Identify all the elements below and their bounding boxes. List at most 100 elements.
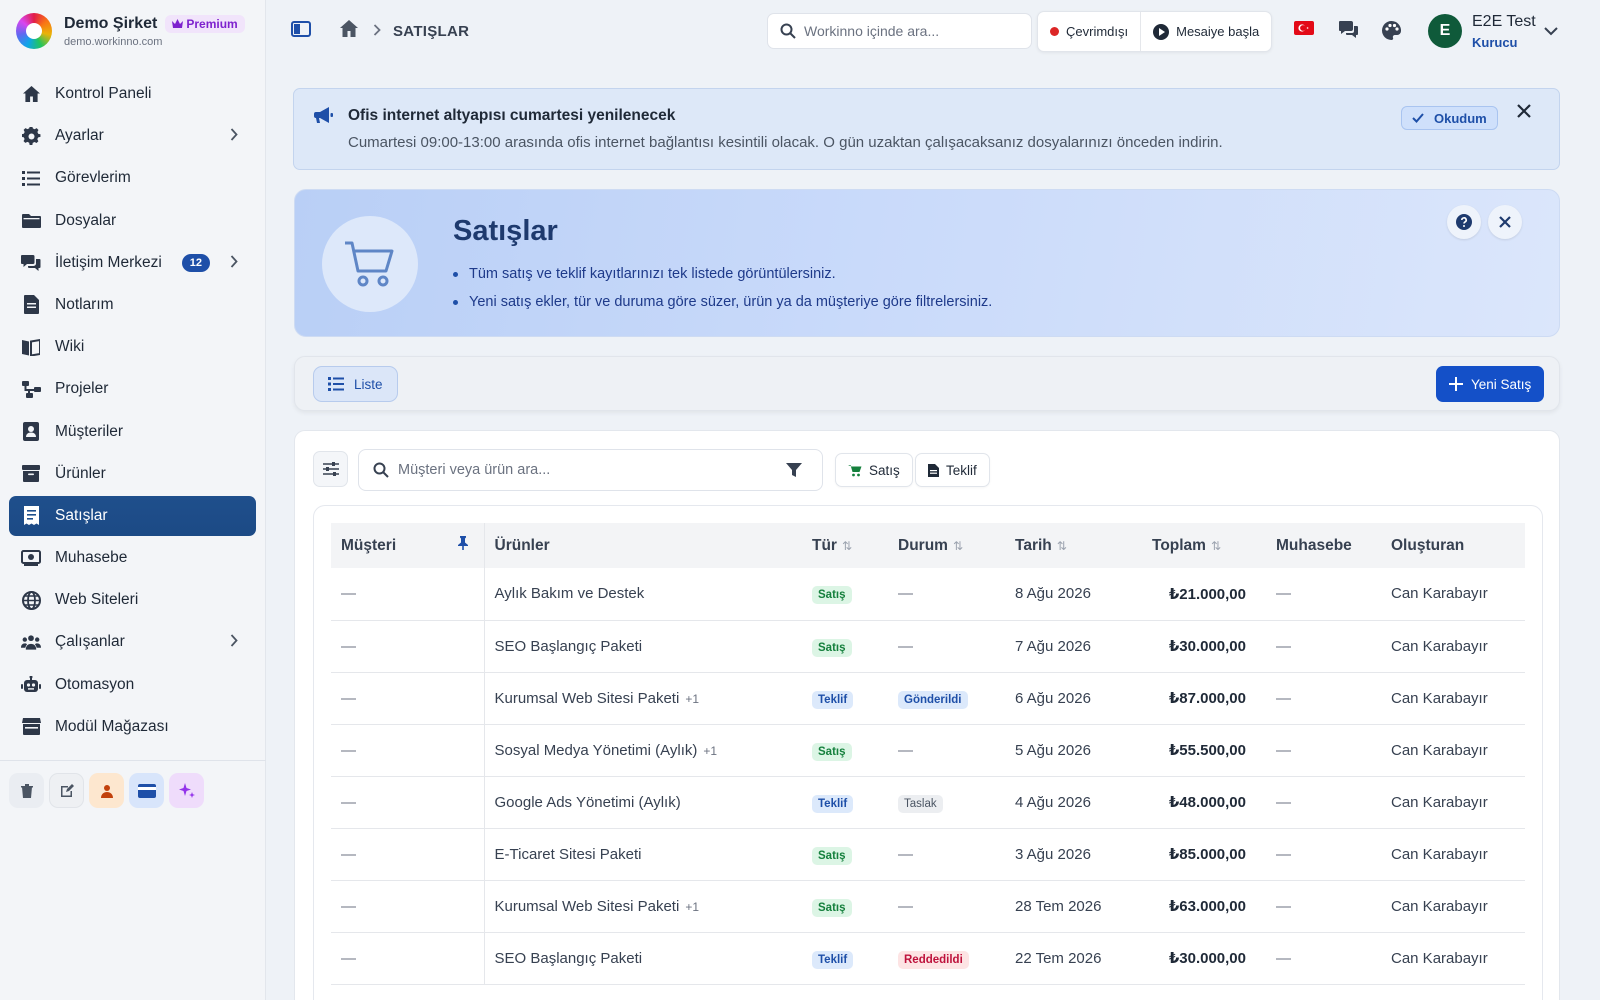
sidebar-item-book[interactable]: Wiki — [9, 327, 256, 367]
chevron-down-icon[interactable] — [1544, 23, 1558, 41]
sidebar-toggle-icon[interactable] — [291, 20, 311, 42]
sidebar-item-box[interactable]: Ürünler — [9, 454, 256, 494]
sort-icon[interactable]: ⇅ — [1211, 539, 1221, 553]
customer-value: — — [341, 897, 356, 915]
brand[interactable]: Demo Şirket Premium demo.workinno.com — [0, 0, 265, 62]
sort-icon[interactable]: ⇅ — [953, 539, 963, 553]
presence-status-button[interactable]: Çevrimdışı — [1038, 12, 1140, 51]
product-name[interactable]: Google Ads Yönetimi (Aylık) — [495, 794, 681, 811]
person-icon[interactable] — [89, 773, 124, 808]
palette-icon[interactable] — [1381, 20, 1402, 46]
sidebar-item-folder[interactable]: Dosyalar — [9, 201, 256, 241]
table-row[interactable]: — SEO Başlangıç Paketi Satış — 7 Ağu 2026 ₺30… — [331, 620, 1525, 673]
sidebar-item-contact[interactable]: Müşteriler — [9, 412, 256, 452]
table-row[interactable]: — Google Ads Yönetimi (Aylık) Teklif Taslak… — [331, 776, 1525, 829]
cell-total: ₺87.000,00 — [1142, 672, 1266, 725]
home-icon[interactable] — [339, 19, 359, 43]
close-icon[interactable] — [1488, 205, 1522, 239]
more-products-count[interactable]: +1 — [685, 692, 699, 706]
cell-type: Teklif — [802, 672, 888, 725]
sidebar-item-task-list[interactable]: Görevlerim — [9, 158, 256, 198]
product-name[interactable]: Sosyal Medya Yönetimi (Aylık) — [495, 742, 698, 759]
sidebar-item-note[interactable]: Notlarım — [9, 285, 256, 325]
intro-bullet: Yeni satış ekler, tür ve duruma göre süz… — [453, 288, 992, 316]
chevron-right-icon[interactable] — [230, 255, 238, 271]
product-name[interactable]: Kurumsal Web Sitesi Paketi — [495, 898, 680, 915]
pin-icon[interactable] — [458, 536, 469, 553]
list-view-label: Liste — [354, 376, 383, 392]
table-row[interactable]: — E-Ticaret Sitesi Paketi Satış — 3 Ağu 2026… — [331, 828, 1525, 881]
product-name[interactable]: Kurumsal Web Sitesi Paketi — [495, 690, 680, 707]
table-row[interactable]: — Aylık Bakım ve Destek Satış — 8 Ağu 2026 ₺2… — [331, 568, 1525, 621]
sidebar-item-receipt[interactable]: Satışlar — [9, 495, 256, 536]
column-label: Tarih — [1015, 536, 1052, 554]
cell-total: ₺30.000,00 — [1142, 620, 1266, 673]
product-name[interactable]: E-Ticaret Sitesi Paketi — [495, 846, 642, 863]
start-shift-button[interactable]: Mesaiye başla — [1140, 12, 1271, 51]
turkish-flag-icon[interactable] — [1294, 21, 1314, 40]
acknowledge-button[interactable]: Okudum — [1401, 106, 1498, 130]
sidebar-item-accounting[interactable]: Muhasebe — [9, 538, 256, 578]
total-value: ₺30.000,00 — [1168, 950, 1246, 967]
sidebar-item-label: Notlarım — [55, 295, 114, 313]
cell-products: Kurumsal Web Sitesi Paketi +1 — [484, 672, 802, 725]
status-badge: Taslak — [898, 794, 943, 813]
cell-products: Google Ads Yönetimi (Aylık) — [484, 776, 802, 829]
product-name[interactable]: Aylık Bakım ve Destek — [495, 585, 645, 602]
sidebar-item-robot[interactable]: Otomasyon — [9, 665, 256, 705]
card-icon[interactable] — [129, 773, 164, 808]
table-row[interactable]: — Sosyal Medya Yönetimi (Aylık) +1 Satış — 5 … — [331, 724, 1525, 777]
sort-icon[interactable]: ⇅ — [1057, 539, 1067, 553]
help-icon[interactable] — [1447, 205, 1481, 239]
sidebar-item-label: Satışlar — [55, 506, 108, 524]
cell-customer: — — [331, 620, 485, 673]
column-header-customer[interactable]: Müşteri — [331, 523, 485, 568]
sidebar-item-project[interactable]: Projeler — [9, 369, 256, 409]
sparkle-icon[interactable] — [169, 773, 204, 808]
sidebar-item-users[interactable]: Çalışanlar — [9, 622, 256, 662]
user-name[interactable]: E2E Test — [1472, 13, 1536, 31]
messages-icon[interactable] — [1338, 19, 1360, 46]
sidebar-item-globe[interactable]: Web Siteleri — [9, 580, 256, 620]
global-search[interactable] — [767, 13, 1032, 49]
column-header-type[interactable]: Tür ⇅ — [802, 523, 888, 568]
cell-status: — — [888, 880, 1005, 933]
global-search-input[interactable] — [804, 23, 1004, 39]
user-avatar[interactable]: E — [1428, 14, 1462, 48]
sidebar-item-gear[interactable]: Ayarlar — [9, 116, 256, 156]
table-search-input[interactable] — [398, 462, 778, 478]
more-products-count[interactable]: +1 — [685, 900, 699, 914]
filter-chip-satis[interactable]: Satış — [835, 453, 913, 487]
table-search[interactable] — [358, 449, 823, 491]
creator-value: Can Karabayır — [1391, 793, 1488, 811]
chevron-right-icon[interactable] — [230, 634, 238, 650]
product-name[interactable]: SEO Başlangıç Paketi — [495, 638, 643, 655]
edit-icon[interactable] — [49, 773, 84, 808]
page-intro: Satışlar Tüm satış ve teklif kayıtlarını… — [294, 189, 1560, 337]
filter-chip-satis-label: Satış — [869, 462, 900, 478]
more-products-count[interactable]: +1 — [703, 744, 717, 758]
table-row[interactable]: — Kurumsal Web Sitesi Paketi +1 Teklif Gönde… — [331, 672, 1525, 725]
sort-icon[interactable]: ⇅ — [842, 539, 852, 553]
accounting-value: — — [1276, 897, 1291, 915]
product-name[interactable]: SEO Başlangıç Paketi — [495, 950, 643, 967]
sidebar-item-home[interactable]: Kontrol Paneli — [9, 74, 256, 114]
list-view-button[interactable]: Liste — [313, 366, 398, 402]
table-row[interactable]: — Kurumsal Web Sitesi Paketi +1 Satış — 28 Te… — [331, 880, 1525, 933]
funnel-icon[interactable] — [786, 462, 802, 483]
column-header-date[interactable]: Tarih ⇅ — [1005, 523, 1142, 568]
filter-settings-button[interactable] — [313, 451, 348, 487]
close-icon[interactable] — [1517, 104, 1531, 123]
trash-icon[interactable] — [9, 773, 44, 808]
chevron-right-icon[interactable] — [230, 128, 238, 144]
new-sale-button[interactable]: Yeni Satış — [1436, 366, 1545, 402]
filter-chip-teklif[interactable]: Teklif — [915, 453, 990, 487]
sidebar-item-store[interactable]: Modül Mağazası — [9, 707, 256, 747]
column-header-total[interactable]: Toplam ⇅ — [1142, 523, 1266, 568]
customer-value: — — [341, 637, 356, 655]
table-row[interactable]: — SEO Başlangıç Paketi Teklif Reddedildi 22 … — [331, 932, 1525, 985]
column-header-status[interactable]: Durum ⇅ — [888, 523, 1005, 568]
creator-value: Can Karabayır — [1391, 637, 1488, 655]
cell-status: — — [888, 724, 1005, 777]
sidebar-item-chat[interactable]: İletişim Merkezi 12 — [9, 243, 256, 283]
